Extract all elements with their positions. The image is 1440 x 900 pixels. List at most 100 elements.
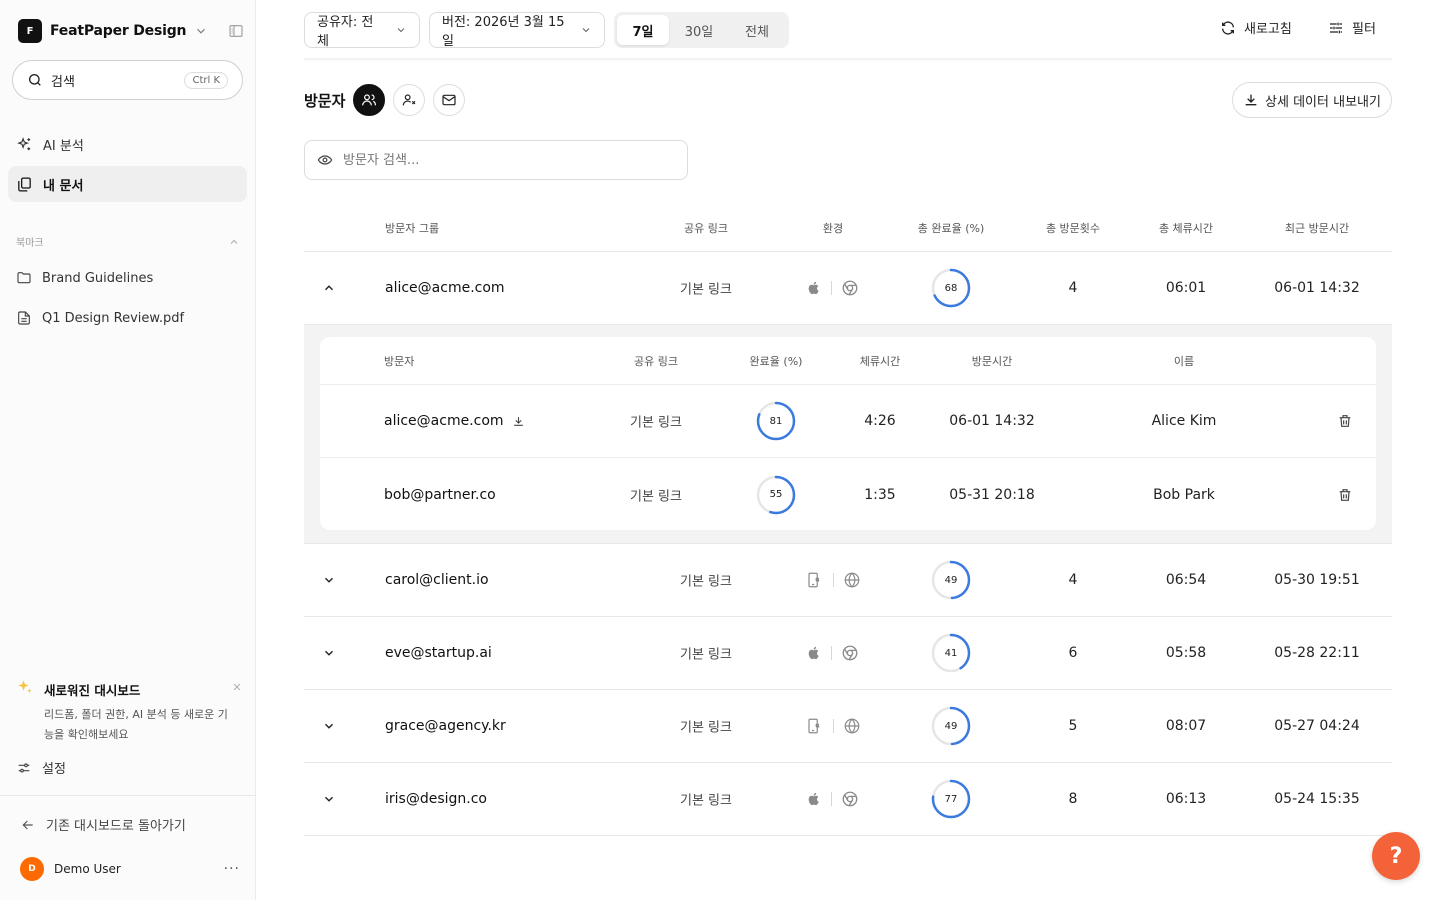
chevron-down-icon[interactable] [322, 646, 336, 660]
detail-name: Alice Kim [1151, 413, 1217, 429]
chevron-down-icon[interactable] [322, 792, 336, 806]
documents-icon [16, 176, 33, 193]
view-email-toggle[interactable] [433, 84, 466, 116]
user-name: Demo User [54, 862, 121, 876]
bookmark-brand-guidelines[interactable]: Brand Guidelines [8, 261, 247, 295]
refresh-label: 새로고침 [1244, 22, 1292, 37]
view-anonymous-toggle[interactable] [393, 84, 426, 116]
downloaded-icon [512, 415, 525, 428]
chevron-up-icon[interactable] [322, 281, 336, 295]
refresh-button[interactable]: 새로고침 [1220, 18, 1292, 37]
col-name: 이름 [1173, 355, 1195, 368]
environment [806, 644, 859, 662]
nav-item-label: AI 분석 [43, 138, 84, 154]
table-row[interactable]: alice@acme.com 기본 링크 68 4 06:01 06-01 14:32 [304, 252, 1392, 325]
detail-header: 방문자 공유 링크 완료율 (%) 체류시간 방문시간 이름 [320, 337, 1376, 385]
detail-row[interactable]: alice@acme.com 기본 링크 81 4:26 06-01 14:32 Alic… [320, 385, 1376, 458]
period-30d[interactable]: 30일 [669, 15, 729, 45]
detail-row[interactable]: bob@partner.co 기본 링크 55 1:35 05-31 20:18 Bob … [320, 458, 1376, 531]
last-visit: 05-24 15:35 [1274, 791, 1360, 807]
globe-icon [843, 717, 861, 735]
col-visit-time: 방문시간 [971, 355, 1013, 368]
filter-button[interactable]: 필터 [1328, 18, 1376, 37]
promo-card: 새로워진 대시보드 리드폼, 폴더 권한, AI 분석 등 새로운 기능을 확인… [16, 678, 242, 745]
detail-name: Bob Park [1153, 486, 1215, 503]
help-button[interactable]: ? [1372, 832, 1420, 880]
trash-icon[interactable] [1337, 413, 1353, 429]
more-icon[interactable]: ··· [224, 861, 240, 877]
search-icon [27, 72, 43, 88]
visitor-email: eve@startup.ai [385, 645, 492, 661]
bookmark-label: Brand Guidelines [42, 270, 154, 286]
period-7d[interactable]: 7일 [617, 15, 669, 45]
sharer-filter-dropdown[interactable]: 공유자: 전체 [304, 12, 420, 49]
version-filter-value: 버전: 2026년 3월 15일 [442, 15, 565, 49]
view-visitors-toggle[interactable] [353, 84, 386, 116]
bookmarks-header[interactable]: 북마크 [16, 234, 240, 249]
completion-value: 49 [944, 720, 958, 732]
nav-item-my-documents[interactable]: 내 문서 [8, 166, 247, 202]
sharer-filter-value: 공유자: 전체 [317, 15, 374, 49]
search-shortcut: Ctrl K [184, 71, 228, 89]
col-duration: 총 체류시간 [1158, 222, 1214, 235]
arrow-left-icon [20, 817, 36, 833]
table-header: 방문자 그룹 공유 링크 환경 총 완료율 (%) 총 방문횟수 총 체류시간 … [304, 204, 1392, 252]
period-all[interactable]: 전체 [729, 15, 785, 45]
total-duration: 06:13 [1165, 791, 1207, 807]
user-menu[interactable]: D Demo User ··· [20, 857, 240, 881]
back-label: 기존 대시보드로 돌아가기 [46, 819, 186, 834]
settings-link[interactable]: 설정 [16, 758, 66, 777]
mobile-device-icon [806, 717, 824, 735]
chrome-icon [841, 790, 859, 808]
nav-item-ai-analysis[interactable]: AI 분석 [8, 126, 247, 162]
back-to-legacy-dashboard[interactable]: 기존 대시보드로 돌아가기 [20, 815, 186, 834]
visitor-email: alice@acme.com [385, 280, 505, 296]
chevron-down-icon [580, 24, 592, 36]
total-duration: 06:01 [1165, 280, 1207, 296]
settings-sliders-icon [16, 760, 32, 776]
sidebar-collapse-icon[interactable] [228, 23, 244, 39]
table-row[interactable]: grace@agency.kr 기본 링크 49 5 08:07 05-27 04:24 [304, 690, 1392, 763]
col-visitor: 방문자 [384, 355, 415, 368]
share-link: 기본 링크 [680, 647, 732, 663]
detail-duration: 4:26 [864, 413, 896, 429]
mobile-device-icon [806, 571, 824, 589]
detail-completion-ring: 81 [756, 401, 796, 441]
trash-icon[interactable] [1337, 487, 1353, 503]
visitor-search-input[interactable] [343, 152, 663, 168]
share-link: 기본 링크 [680, 282, 732, 298]
period-segmented-control: 7일 30일 전체 [614, 12, 789, 48]
last-visit: 05-27 04:24 [1274, 718, 1360, 734]
chevron-down-icon[interactable] [322, 573, 336, 587]
workspace-name: FeatPaper Design [50, 23, 187, 39]
share-link: 기본 링크 [680, 574, 732, 590]
avatar: D [20, 857, 44, 881]
visit-count: 4 [1068, 280, 1078, 296]
chevron-down-icon[interactable] [322, 719, 336, 733]
bookmark-q1-design-review[interactable]: Q1 Design Review.pdf [8, 301, 247, 335]
close-icon[interactable] [232, 682, 242, 692]
visit-count: 4 [1068, 572, 1078, 588]
version-filter-dropdown[interactable]: 버전: 2026년 3월 15일 [429, 12, 605, 49]
detail-visitor-email: alice@acme.com [384, 413, 504, 429]
visitor-email: iris@design.co [385, 791, 487, 807]
workspace-logo: F [18, 19, 42, 43]
total-duration: 08:07 [1165, 718, 1207, 734]
table-row[interactable]: eve@startup.ai 기본 링크 41 6 05:58 05-28 22:11 [304, 617, 1392, 690]
eye-icon [317, 152, 333, 168]
last-visit: 06-01 14:32 [1274, 280, 1360, 296]
completion-ring: 68 [931, 268, 971, 308]
workspace-switcher[interactable]: F FeatPaper Design [18, 18, 244, 44]
visitor-email: grace@agency.kr [385, 718, 506, 734]
total-duration: 06:54 [1165, 572, 1207, 588]
sidebar-search[interactable]: 검색 Ctrl K [12, 60, 243, 100]
detail-visitor: alice@acme.com [384, 413, 525, 429]
apple-icon [806, 280, 822, 296]
table-row[interactable]: carol@client.io 기본 링크 49 4 06:54 05-30 19:51 [304, 544, 1392, 617]
globe-icon [843, 571, 861, 589]
filter-label: 필터 [1352, 22, 1376, 37]
visitor-search [304, 140, 688, 180]
table-row[interactable]: iris@design.co 기본 링크 77 8 06:13 05-24 15:35 [304, 763, 1392, 836]
export-details-button[interactable]: 상세 데이터 내보내기 [1232, 82, 1392, 118]
sparkles-icon [16, 136, 33, 153]
